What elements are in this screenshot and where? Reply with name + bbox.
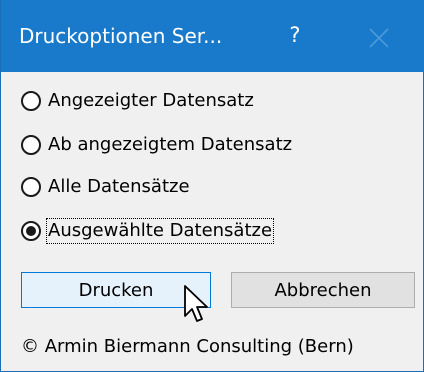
- title-bar: Druckoptionen Ser... ?: [1, 0, 424, 72]
- option-label: Alle Datensätze: [48, 176, 190, 197]
- help-button[interactable]: ?: [283, 20, 307, 50]
- window-title: Druckoptionen Ser...: [19, 24, 223, 48]
- option-label: Angezeigter Datensatz: [48, 90, 254, 111]
- copyright-text: © Armin Biermann Consulting (Bern): [21, 336, 354, 357]
- option-selected-records[interactable]: Ausgewählte Datensätze: [21, 216, 275, 246]
- print-options-dialog: Druckoptionen Ser... ? Angezeigter Daten…: [0, 0, 424, 372]
- radio-button[interactable]: [21, 91, 41, 111]
- arrow-cursor-icon: [184, 285, 208, 322]
- radio-button[interactable]: [21, 135, 41, 155]
- radio-button-selected[interactable]: [21, 221, 41, 241]
- close-icon[interactable]: [365, 24, 393, 52]
- option-from-current-record[interactable]: Ab angezeigtem Datensatz: [21, 130, 293, 160]
- option-label: Ausgewählte Datensätze: [45, 218, 275, 244]
- option-current-record[interactable]: Angezeigter Datensatz: [21, 86, 255, 116]
- option-label: Ab angezeigtem Datensatz: [48, 134, 293, 155]
- radio-button[interactable]: [21, 177, 41, 197]
- cancel-button[interactable]: Abbrechen: [231, 272, 415, 308]
- option-all-records[interactable]: Alle Datensätze: [21, 172, 191, 202]
